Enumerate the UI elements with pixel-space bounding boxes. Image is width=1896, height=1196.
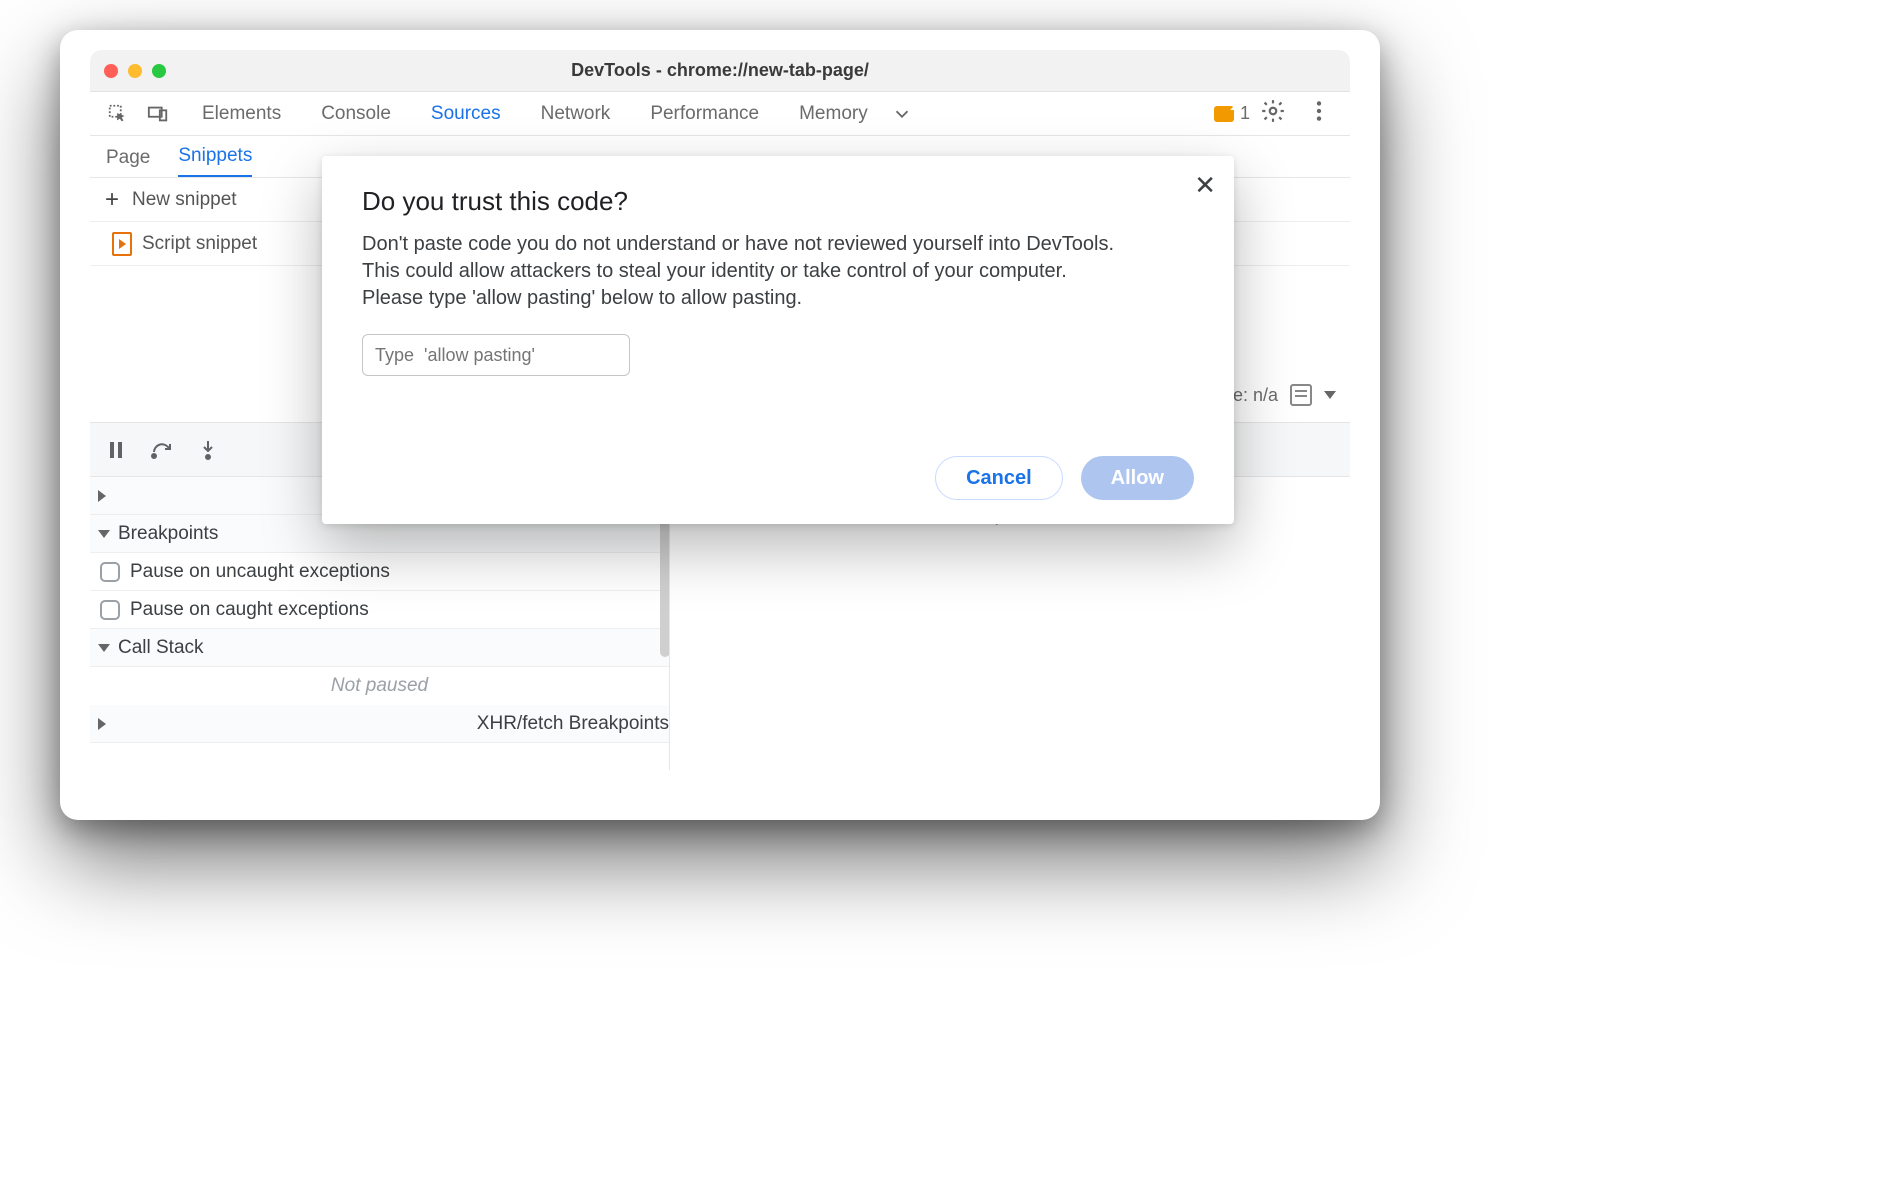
tab-console[interactable]: Console	[321, 103, 391, 125]
new-snippet-label: New snippet	[132, 189, 237, 211]
inspect-element-icon[interactable]	[104, 100, 132, 128]
pause-uncaught-checkbox[interactable]: Pause on uncaught exceptions	[90, 553, 669, 591]
pause-icon[interactable]	[104, 438, 128, 462]
allow-pasting-input[interactable]	[362, 334, 630, 376]
dialog-body: Don't paste code you do not understand o…	[362, 231, 1122, 312]
chevron-right-icon	[98, 718, 469, 730]
step-into-icon[interactable]	[196, 438, 220, 462]
pause-uncaught-label: Pause on uncaught exceptions	[130, 561, 390, 583]
snippet-file-icon	[112, 232, 132, 256]
subtab-page[interactable]: Page	[106, 147, 150, 177]
allow-button[interactable]: Allow	[1081, 456, 1194, 500]
dialog-title: Do you trust this code?	[362, 186, 1194, 217]
tab-network[interactable]: Network	[541, 103, 611, 125]
trust-code-dialog: ✕ Do you trust this code? Don't paste co…	[322, 156, 1234, 524]
settings-gear-icon[interactable]	[1260, 98, 1286, 130]
tab-elements[interactable]: Elements	[202, 103, 281, 125]
section-xhr[interactable]: XHR/fetch Breakpoints	[90, 705, 669, 743]
devtools-window: DevTools - chrome://new-tab-page/ Elemen…	[90, 50, 1350, 770]
section-callstack-label: Call Stack	[118, 637, 204, 659]
section-breakpoints-label: Breakpoints	[118, 523, 218, 545]
close-icon[interactable]: ✕	[1194, 170, 1216, 201]
tab-memory[interactable]: Memory	[799, 103, 868, 125]
warning-icon	[1214, 106, 1234, 122]
checkbox-icon	[100, 600, 120, 620]
chevron-down-icon	[98, 644, 110, 652]
issues-count: 1	[1240, 103, 1250, 124]
titlebar: DevTools - chrome://new-tab-page/	[90, 50, 1350, 92]
step-over-icon[interactable]	[150, 438, 174, 462]
checkbox-icon	[100, 562, 120, 582]
snippet-item-label: Script snippet	[142, 233, 257, 255]
tab-sources[interactable]: Sources	[431, 103, 501, 125]
device-toolbar-icon[interactable]	[144, 100, 172, 128]
cancel-button[interactable]: Cancel	[935, 456, 1063, 500]
chevron-down-icon	[98, 530, 110, 538]
pause-caught-checkbox[interactable]: Pause on caught exceptions	[90, 591, 669, 629]
pause-caught-label: Pause on caught exceptions	[130, 599, 369, 621]
section-callstack[interactable]: Call Stack	[90, 629, 669, 667]
main-toolbar: Elements Console Sources Network Perform…	[90, 92, 1350, 136]
window-title: DevTools - chrome://new-tab-page/	[90, 60, 1350, 81]
issues-counter[interactable]: 1	[1214, 103, 1250, 124]
plus-icon: +	[102, 186, 122, 214]
kebab-menu-icon[interactable]	[1306, 98, 1332, 130]
chevron-down-icon	[1324, 391, 1336, 399]
tab-performance[interactable]: Performance	[650, 103, 759, 125]
subtab-snippets[interactable]: Snippets	[178, 145, 252, 177]
more-tabs-icon[interactable]	[888, 100, 916, 128]
section-xhr-label: XHR/fetch Breakpoints	[477, 713, 669, 735]
callstack-not-paused: Not paused	[90, 667, 669, 705]
coverage-chip-icon	[1290, 384, 1312, 406]
